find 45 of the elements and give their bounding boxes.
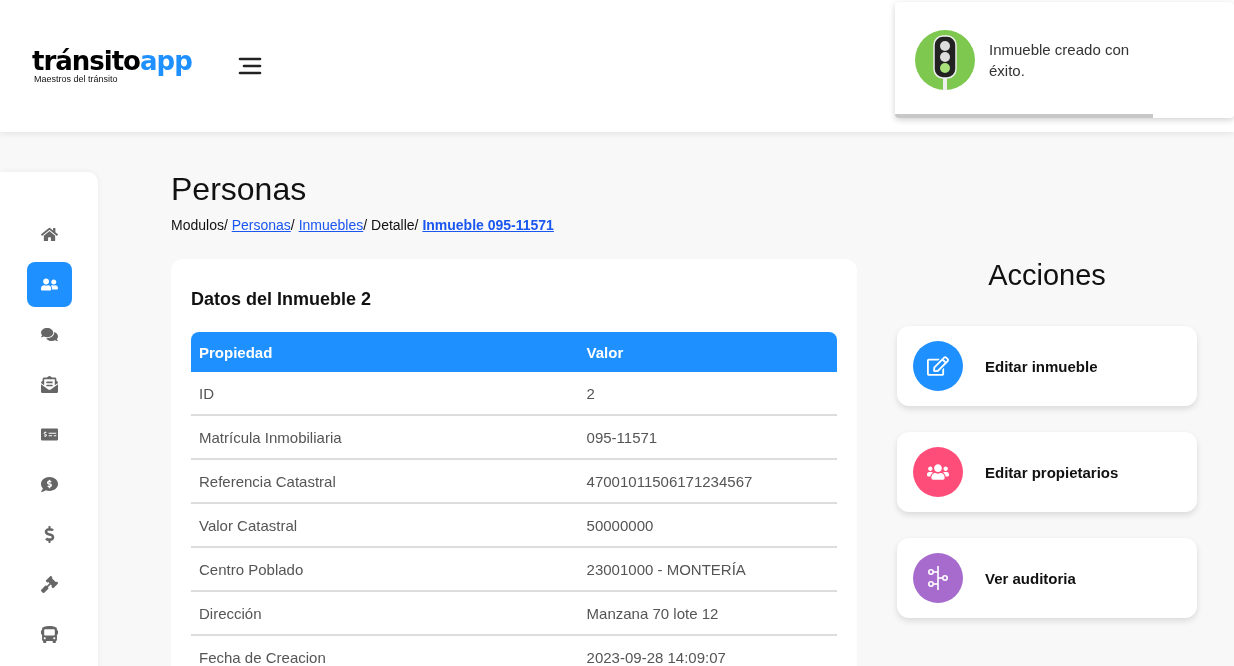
edit-icon <box>927 355 949 378</box>
path-label: Detalle/ <box>371 217 419 234</box>
money-chat-icon <box>40 476 58 493</box>
table-cell: 2023-09-28 14:09:07 <box>578 635 837 666</box>
menu-button[interactable] <box>237 57 262 75</box>
page-title: Personas <box>171 172 308 208</box>
table-cell: Centro Poblado <box>191 547 579 592</box>
actions-title: Acciones <box>987 259 1107 294</box>
table-cell: 23001000 - MONTERÍA <box>578 547 837 592</box>
sidebar-item[interactable] <box>26 262 72 307</box>
table-cell: Dirección <box>191 591 579 636</box>
table-cell: Fecha de Creacion <box>191 635 579 666</box>
table-cell: 47001011506171234567 <box>578 459 837 504</box>
card-title: Datos del Inmueble 2 <box>191 289 373 311</box>
path-label: Modulos/ <box>171 217 228 234</box>
path-separator: / <box>290 217 295 234</box>
column-header: Propiedad <box>191 332 579 373</box>
breadcrumb-link[interactable]: Inmuebles <box>298 217 364 234</box>
chat-bubbles-icon <box>40 326 58 343</box>
money-card-icon <box>40 426 58 443</box>
menu-icon <box>237 57 262 75</box>
table-cell: Valor Catastral <box>191 503 579 548</box>
table-cell: Referencia Catastral <box>191 459 579 504</box>
open-envelope-icon <box>40 376 58 393</box>
timeline-icon <box>926 565 950 592</box>
action-button[interactable]: Ver auditoria <box>897 538 1197 619</box>
table-cell: 50000000 <box>578 503 837 548</box>
breadcrumb-link[interactable]: Personas <box>231 217 291 234</box>
action-button[interactable]: Editar propietarios <box>897 432 1197 513</box>
bus-icon <box>40 626 58 643</box>
table-cell: 095-11571 <box>578 415 837 460</box>
action-button[interactable]: Editar inmueble <box>897 326 1197 407</box>
people-icon <box>40 276 58 293</box>
traffic-light-icon <box>915 30 975 90</box>
toast-message: Inmueble creado con éxito. <box>989 40 1131 81</box>
table-cell: Manzana 70 lote 12 <box>578 591 837 636</box>
table-cell: 2 <box>578 372 837 416</box>
column-header: Valor <box>578 332 837 373</box>
path-separator: / <box>363 217 368 234</box>
table-cell: Matrícula Inmobiliaria <box>191 415 579 460</box>
breadcrumb-link[interactable]: Inmueble 095-11571 <box>422 217 554 234</box>
home-icon <box>40 226 58 243</box>
gavel-icon <box>40 576 58 593</box>
logo: tránsitoapp Maestros del tránsito <box>32 48 192 84</box>
table-cell: ID <box>191 372 579 416</box>
